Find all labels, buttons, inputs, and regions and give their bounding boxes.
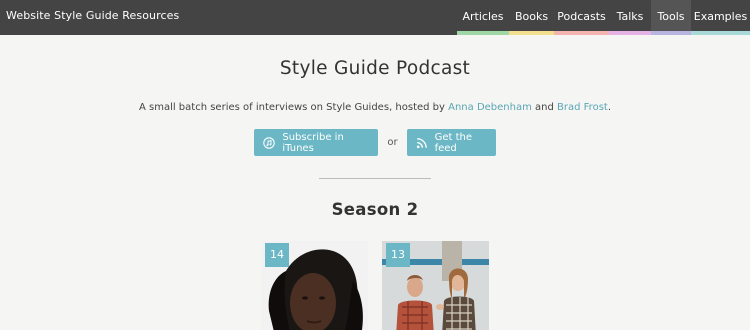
main-nav: Articles Books Podcasts Talks Tools Exam… bbox=[457, 0, 750, 35]
episode-number-badge: 14 bbox=[265, 243, 289, 267]
host-link-brad-frost[interactable]: Brad Frost bbox=[557, 102, 608, 113]
page-title: Style Guide Podcast bbox=[279, 58, 471, 79]
subscribe-actions: Subscribe in iTunes or Get the feed bbox=[0, 129, 750, 156]
nav-item-examples[interactable]: Examples bbox=[691, 0, 750, 35]
rss-icon bbox=[416, 137, 428, 149]
subscribe-itunes-button[interactable]: Subscribe in iTunes bbox=[254, 129, 379, 156]
site-title-link[interactable]: Website Style Guide Resources bbox=[6, 9, 179, 22]
nav-item-books[interactable]: Books bbox=[509, 0, 554, 35]
intro-and-text: and bbox=[531, 102, 558, 113]
subscribe-itunes-label: Subscribe in iTunes bbox=[282, 131, 344, 154]
nav-color-bar bbox=[609, 31, 651, 35]
podcast-intro: A small batch series of interviews on St… bbox=[0, 102, 750, 113]
music-note-circle-icon bbox=[263, 136, 276, 149]
nav-item-talks[interactable]: Talks bbox=[609, 0, 651, 35]
intro-text: A small batch series of interviews on St… bbox=[138, 102, 449, 113]
nav-color-bar bbox=[691, 31, 750, 35]
nav-item-label: Podcasts bbox=[557, 10, 606, 23]
season-heading: Season 2 bbox=[331, 200, 419, 219]
nav-color-bar bbox=[509, 31, 554, 35]
or-separator: or bbox=[387, 137, 398, 148]
nav-color-bar bbox=[554, 31, 609, 35]
nav-color-bar bbox=[651, 31, 691, 35]
nav-item-tools[interactable]: Tools bbox=[651, 0, 691, 35]
nav-color-bar bbox=[457, 31, 509, 35]
top-navigation-bar: Website Style Guide Resources Articles B… bbox=[0, 0, 750, 35]
nav-item-label: Talks bbox=[616, 10, 644, 23]
episode-card-14[interactable]: 14 bbox=[261, 241, 368, 330]
nav-item-label: Examples bbox=[693, 10, 748, 23]
nav-item-label: Tools bbox=[657, 10, 685, 23]
section-divider bbox=[319, 178, 431, 179]
host-link-anna-debenham[interactable]: Anna Debenham bbox=[448, 102, 532, 113]
get-feed-button[interactable]: Get the feed bbox=[406, 129, 496, 156]
get-feed-label: Get the feed bbox=[434, 131, 473, 154]
episode-card-13[interactable]: 13 bbox=[382, 241, 489, 330]
nav-item-label: Books bbox=[514, 10, 549, 23]
intro-period: . bbox=[607, 102, 612, 113]
nav-item-articles[interactable]: Articles bbox=[457, 0, 509, 35]
nav-item-podcasts[interactable]: Podcasts bbox=[554, 0, 609, 35]
nav-item-label: Articles bbox=[462, 10, 504, 23]
episode-number-badge: 13 bbox=[386, 243, 410, 267]
